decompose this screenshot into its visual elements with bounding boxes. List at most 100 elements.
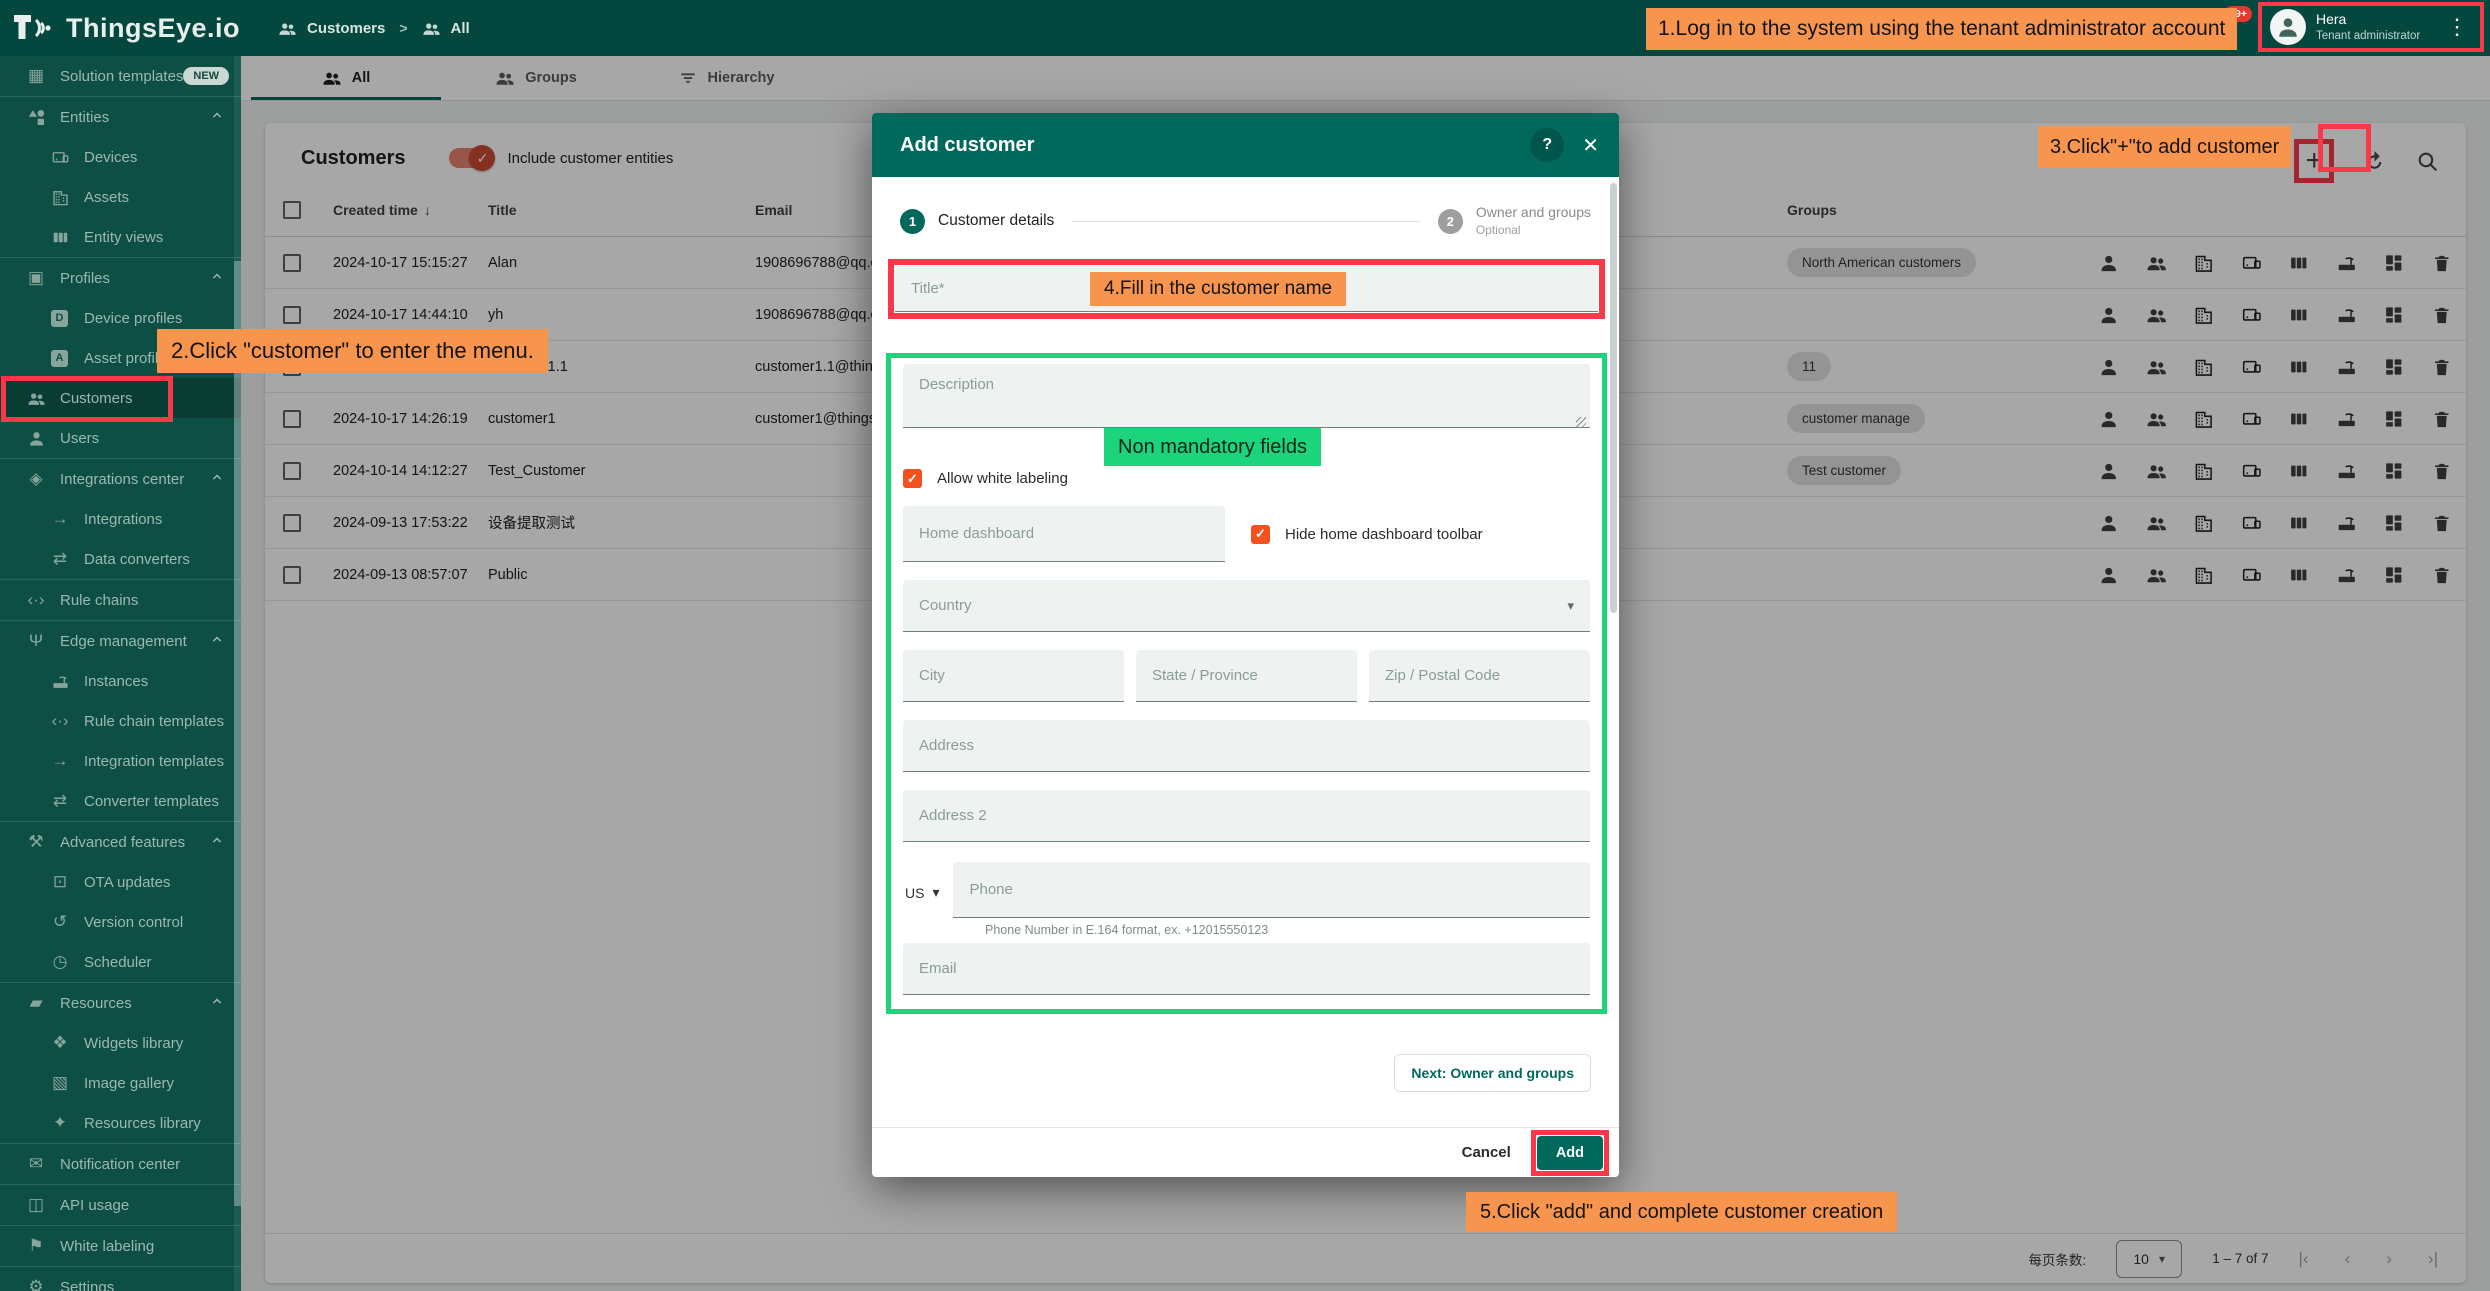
user-role: Tenant administrator [2316, 29, 2420, 43]
chevron-up-icon[interactable] [209, 469, 225, 489]
sidebar-item-data-converters[interactable]: ⇄ Data converters [0, 539, 241, 579]
rule-chains-icon: ‹·› [24, 590, 48, 610]
assets-icon [48, 188, 72, 207]
zip-input[interactable] [1385, 667, 1574, 684]
chevron-up-icon[interactable] [209, 268, 225, 288]
address2-input[interactable] [919, 807, 1574, 824]
sidebar-item-profiles[interactable]: ▣ Profiles [0, 258, 241, 298]
phone-row: US ▾ [903, 862, 1590, 918]
sidebar-item-integration-templates[interactable]: → Integration templates [0, 741, 241, 781]
country-select[interactable]: ▾ [903, 580, 1590, 632]
sidebar-item-advanced-features[interactable]: ⚒ Advanced features [0, 822, 241, 862]
chevron-up-icon[interactable] [209, 832, 225, 852]
sidebar-item-assets[interactable]: Assets [0, 177, 241, 217]
address-input[interactable] [919, 737, 1574, 754]
sidebar-scrollbar[interactable] [234, 56, 241, 1291]
dialog-body: 1 Customer details 2 Owner and groups Op… [872, 177, 1619, 1127]
sidebar-item-version-control[interactable]: ↺ Version control [0, 902, 241, 942]
country-input[interactable] [919, 597, 1567, 614]
hide-toolbar-label[interactable]: Hide home dashboard toolbar [1285, 526, 1483, 543]
phone-input[interactable] [969, 881, 1574, 898]
chevron-up-icon[interactable] [209, 107, 225, 127]
sidebar-item-rule-chain-templates[interactable]: ‹·› Rule chain templates [0, 701, 241, 741]
city-input[interactable] [919, 667, 1108, 684]
user-annotation-ring: Hera Tenant administrator ⋮ [2258, 2, 2484, 52]
customers-breadcrumb-icon [278, 19, 297, 38]
description-field-wrap [903, 364, 1590, 433]
allow-white-labeling-checkbox[interactable]: ✓ [903, 469, 922, 488]
next-owner-groups-button[interactable]: Next: Owner and groups [1394, 1054, 1591, 1092]
sidebar-item-integrations-center[interactable]: ◈ Integrations center [0, 459, 241, 499]
sidebar-item-integrations[interactable]: → Integrations [0, 499, 241, 539]
sidebar-item-resources-library[interactable]: ✦ Resources library [0, 1103, 241, 1143]
annotation-step-2: 2.Click "customer" to enter the menu. [157, 329, 548, 373]
sidebar-item-entities[interactable]: Entities [0, 97, 241, 137]
solution-templates-icon: ▦ [24, 66, 48, 86]
dialog-scrollbar[interactable] [1610, 183, 1617, 613]
sidebar-item-api-usage[interactable]: ◫ API usage [0, 1185, 241, 1225]
annotation-step-5: 5.Click "add" and complete customer crea… [1466, 1192, 1897, 1232]
all-breadcrumb-icon [422, 19, 441, 38]
help-button[interactable]: ? [1530, 128, 1564, 162]
description-input[interactable] [903, 364, 1590, 428]
city-field-wrap [903, 650, 1124, 702]
sidebar-item-converter-templates[interactable]: ⇄ Converter templates [0, 781, 241, 821]
annotation-non-mandatory: Non mandatory fields [1104, 428, 1321, 466]
phone-country-select[interactable]: US ▾ [903, 884, 939, 918]
close-icon[interactable]: ✕ [1582, 133, 1599, 158]
annotation-step-1: 1.Log in to the system using the tenant … [1646, 8, 2237, 50]
scheduler-icon: ◷ [48, 952, 72, 972]
notification-center-icon: ✉ [24, 1154, 48, 1174]
sidebar-item-ota-updates[interactable]: ⊡ OTA updates [0, 862, 241, 902]
breadcrumb-item-customers[interactable]: Customers [307, 20, 385, 37]
converter-templates-icon: ⇄ [48, 791, 72, 811]
resize-handle-icon[interactable] [1576, 417, 1586, 427]
data-converters-icon: ⇄ [48, 549, 72, 569]
sidebar-item-scheduler[interactable]: ◷ Scheduler [0, 942, 241, 982]
integrations-center-icon: ◈ [24, 469, 48, 489]
sidebar-item-white-labeling[interactable]: ⚑ White labeling [0, 1226, 241, 1266]
annotation-step-4: 4.Fill in the customer name [1090, 272, 1346, 306]
customers-annotation-ring [1, 376, 173, 422]
chevron-up-icon[interactable] [209, 993, 225, 1013]
step-2-labels: Owner and groups Optional [1476, 203, 1591, 238]
app-root: ThingsEye.io Customers > All 99+ Hera Te… [0, 0, 2490, 1291]
profiles-icon: ▣ [24, 268, 48, 288]
sidebar-item-users[interactable]: Users [0, 418, 241, 458]
step-2-circle[interactable]: 2 [1438, 209, 1463, 234]
sidebar-scrollbar-thumb[interactable] [234, 261, 241, 1206]
cancel-button[interactable]: Cancel [1462, 1144, 1511, 1161]
hide-toolbar-checkbox[interactable]: ✓ [1251, 525, 1270, 544]
add-button[interactable]: Add [1537, 1136, 1603, 1170]
step-1-circle[interactable]: 1 [900, 209, 925, 234]
sidebar-item-settings[interactable]: ⚙ Settings [0, 1267, 241, 1291]
sidebar-item-resources[interactable]: ▰ Resources [0, 983, 241, 1023]
resources-library-icon: ✦ [48, 1113, 72, 1133]
sidebar-item-edge-management[interactable]: Ψ Edge management [0, 621, 241, 661]
sidebar-item-widgets-library[interactable]: ❖ Widgets library [0, 1023, 241, 1063]
sidebar-item-notification-center[interactable]: ✉ Notification center [0, 1144, 241, 1184]
chevron-up-icon[interactable] [209, 631, 225, 651]
sidebar-item-devices[interactable]: Devices [0, 137, 241, 177]
avatar[interactable] [2270, 9, 2306, 45]
sidebar-item-entity-views[interactable]: Entity views [0, 217, 241, 257]
step-1-label: Customer details [938, 212, 1054, 230]
annotation-step-3: 3.Click"+"to add customer [2038, 126, 2291, 168]
state-input[interactable] [1152, 667, 1341, 684]
sidebar-item-solution-templates[interactable]: ▦ Solution templates NEW [0, 56, 241, 96]
sidebar-item-image-gallery[interactable]: ▧ Image gallery [0, 1063, 241, 1103]
topbar-right: 99+ Hera Tenant administrator ⋮ [2214, 2, 2484, 52]
user-menu-button[interactable]: ⋮ [2442, 14, 2472, 40]
users-icon [24, 429, 48, 448]
breadcrumb-item-all[interactable]: All [451, 20, 470, 37]
sidebar-item-instances[interactable]: Instances [0, 661, 241, 701]
sidebar-item-rule-chains[interactable]: ‹·› Rule chains [0, 580, 241, 620]
non-mandatory-annotation-ring: Non mandatory fields ✓ Allow white label… [886, 353, 1607, 1014]
allow-white-labeling-label[interactable]: Allow white labeling [937, 470, 1068, 487]
chevron-down-icon: ▾ [1567, 598, 1574, 614]
next-row: Next: Owner and groups [900, 1054, 1591, 1092]
email-input[interactable] [919, 960, 1574, 977]
dialog-header: Add customer ? ✕ [872, 113, 1619, 177]
stepper-connector [1072, 221, 1420, 222]
home-dashboard-input[interactable] [919, 525, 1209, 542]
